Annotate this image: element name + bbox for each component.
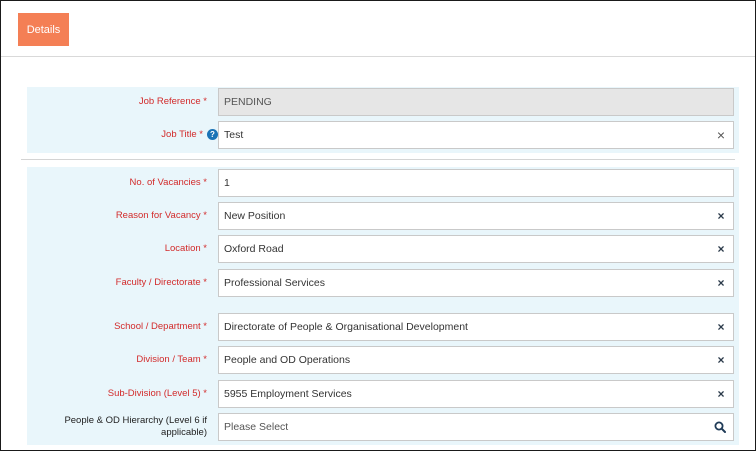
clear-icon[interactable]: × <box>709 347 733 373</box>
hierarchy-label: People & OD Hierarchy (Level 6 if applic… <box>27 412 207 442</box>
faculty-label: Faculty / Directorate * <box>115 277 207 288</box>
vacancies-value: 1 <box>224 177 230 189</box>
school-value: Directorate of People & Organisational D… <box>224 321 468 333</box>
job-reference-label: Job Reference * <box>138 96 207 107</box>
row-job-reference: Job Reference * PENDING <box>27 87 739 117</box>
row-reason: Reason for Vacancy * New Position × <box>27 201 739 231</box>
row-school: School / Department * Directorate of Peo… <box>27 312 739 342</box>
job-title-label: Job Title * <box>161 129 203 140</box>
job-reference-value: PENDING <box>224 96 272 108</box>
clear-icon[interactable]: × <box>709 314 733 340</box>
row-job-title: Job Title * ? Test × <box>27 120 739 150</box>
location-select[interactable]: Oxford Road × <box>218 235 734 263</box>
clear-icon[interactable]: × <box>709 270 733 296</box>
faculty-value: Professional Services <box>224 277 325 289</box>
clear-icon[interactable]: × <box>709 203 733 229</box>
vacancies-label: No. of Vacancies * <box>129 177 207 188</box>
location-value: Oxford Road <box>224 243 284 255</box>
reason-value: New Position <box>224 210 286 222</box>
tab-bar: Details <box>1 1 755 57</box>
row-subdivision: Sub-Division (Level 5) * 5955 Employment… <box>27 379 739 409</box>
clear-icon[interactable]: × <box>709 236 733 262</box>
help-icon[interactable]: ? <box>207 129 218 140</box>
clear-icon[interactable]: × <box>709 122 733 148</box>
job-title-value: Test <box>224 129 244 141</box>
form-window: Details Job Reference * PENDING Job Titl… <box>0 0 756 451</box>
search-icon[interactable] <box>707 414 733 440</box>
division-label: Division / Team * <box>136 354 207 365</box>
tab-details[interactable]: Details <box>18 13 69 46</box>
row-faculty: Faculty / Directorate * Professional Ser… <box>27 268 739 298</box>
school-label: School / Department * <box>114 321 207 332</box>
reason-select[interactable]: New Position × <box>218 202 734 230</box>
vacancies-input[interactable]: 1 <box>218 169 734 197</box>
section-divider <box>21 159 735 160</box>
row-hierarchy: People & OD Hierarchy (Level 6 if applic… <box>27 412 739 442</box>
clear-icon[interactable]: × <box>709 381 733 407</box>
reason-label: Reason for Vacancy * <box>115 210 207 221</box>
hierarchy-label-line2: applicable) <box>161 427 207 438</box>
division-select[interactable]: People and OD Operations × <box>218 346 734 374</box>
division-value: People and OD Operations <box>224 354 351 366</box>
school-select[interactable]: Directorate of People & Organisational D… <box>218 313 734 341</box>
faculty-select[interactable]: Professional Services × <box>218 269 734 297</box>
hierarchy-lookup[interactable]: Please Select <box>218 413 734 441</box>
hierarchy-placeholder: Please Select <box>224 421 289 433</box>
job-reference-field: PENDING <box>218 88 734 116</box>
subdivision-select[interactable]: 5955 Employment Services × <box>218 380 734 408</box>
row-vacancies: No. of Vacancies * 1 <box>27 168 739 198</box>
subdivision-label: Sub-Division (Level 5) * <box>107 388 207 399</box>
row-division: Division / Team * People and OD Operatio… <box>27 345 739 375</box>
hierarchy-label-line1: People & OD Hierarchy (Level 6 if <box>64 415 207 426</box>
job-title-input[interactable]: Test × <box>218 121 734 149</box>
subdivision-value: 5955 Employment Services <box>224 388 352 400</box>
location-label: Location * <box>164 243 207 254</box>
row-location: Location * Oxford Road × <box>27 234 739 264</box>
